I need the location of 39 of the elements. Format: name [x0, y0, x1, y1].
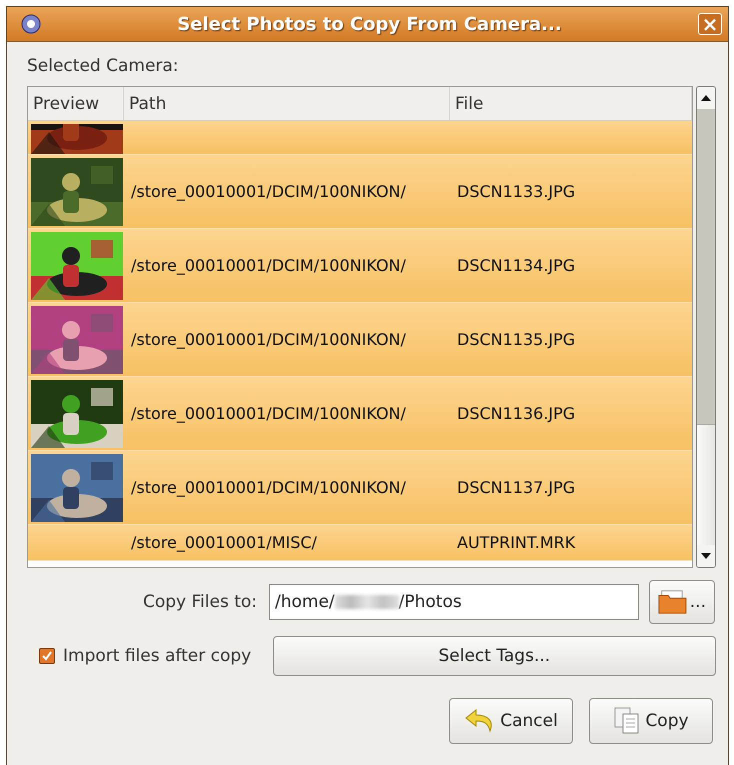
file-cell-text: DSCN1133.JPG	[456, 182, 576, 201]
photo-row[interactable]	[28, 121, 692, 155]
column-header[interactable]: Path	[124, 87, 450, 120]
photo-row[interactable]: /store_00010001/DCIM/100NIKON/ DSCN1134.JPG	[28, 229, 692, 303]
path-cell-text: /store_00010001/DCIM/100NIKON/	[130, 256, 407, 275]
cancel-button[interactable]: Cancel	[449, 698, 573, 744]
file-cell-text: DSCN1137.JPG	[456, 478, 576, 497]
import-checkbox[interactable]	[39, 648, 55, 664]
scroll-thumb[interactable]	[697, 424, 715, 545]
column-header[interactable]: Preview	[28, 87, 124, 120]
file-cell-text: DSCN1134.JPG	[456, 256, 576, 275]
path-cell-text: /store_00010001/DCIM/100NIKON/	[130, 330, 407, 349]
file-cell-text: DSCN1136.JPG	[456, 404, 576, 423]
path-cell-text: /store_00010001/MISC/	[130, 533, 318, 552]
window-title: Select Photos to Copy From Camera...	[176, 14, 563, 34]
photo-row[interactable]: /store_00010001/DCIM/100NIKON/ DSCN1135.JPG	[28, 303, 692, 377]
file-cell-text: DSCN1135.JPG	[456, 330, 576, 349]
photo-row[interactable]: /store_00010001/DCIM/100NIKON/ DSCN1136.JPG	[28, 377, 692, 451]
browse-button[interactable]: ...	[649, 580, 715, 624]
destination-field[interactable]: /home/ /Photos	[269, 584, 639, 620]
scroll-up-icon[interactable]	[701, 95, 712, 101]
photo-row[interactable]: /store_00010001/MISC/ AUTPRINT.MRK	[28, 525, 692, 561]
path-cell-text: /store_00010001/DCIM/100NIKON/	[130, 478, 407, 497]
column-header[interactable]: File	[450, 87, 692, 120]
select-tags-button[interactable]: Select Tags...	[272, 636, 716, 676]
path-cell-text: /store_00010001/DCIM/100NIKON/	[130, 182, 407, 201]
close-button[interactable]: ×	[698, 13, 722, 35]
photo-row[interactable]: /store_00010001/DCIM/100NIKON/ DSCN1137.JPG	[28, 451, 692, 525]
window-menu-icon[interactable]	[21, 14, 41, 34]
scrollbar[interactable]	[696, 86, 716, 568]
file-cell-text: AUTPRINT.MRK	[456, 533, 576, 552]
import-label: Import files after copy	[63, 646, 252, 666]
copy-button[interactable]: Copy	[589, 698, 713, 744]
camera-label: Selected Camera:	[27, 56, 180, 76]
copy-files-label: Copy Files to:	[142, 592, 257, 612]
folder-icon	[658, 589, 688, 615]
photo-row[interactable]: /store_00010001/DCIM/100NIKON/ DSCN1133.JPG	[28, 155, 692, 229]
scroll-down-icon[interactable]	[701, 553, 712, 559]
path-cell-text: /store_00010001/DCIM/100NIKON/	[130, 404, 407, 423]
